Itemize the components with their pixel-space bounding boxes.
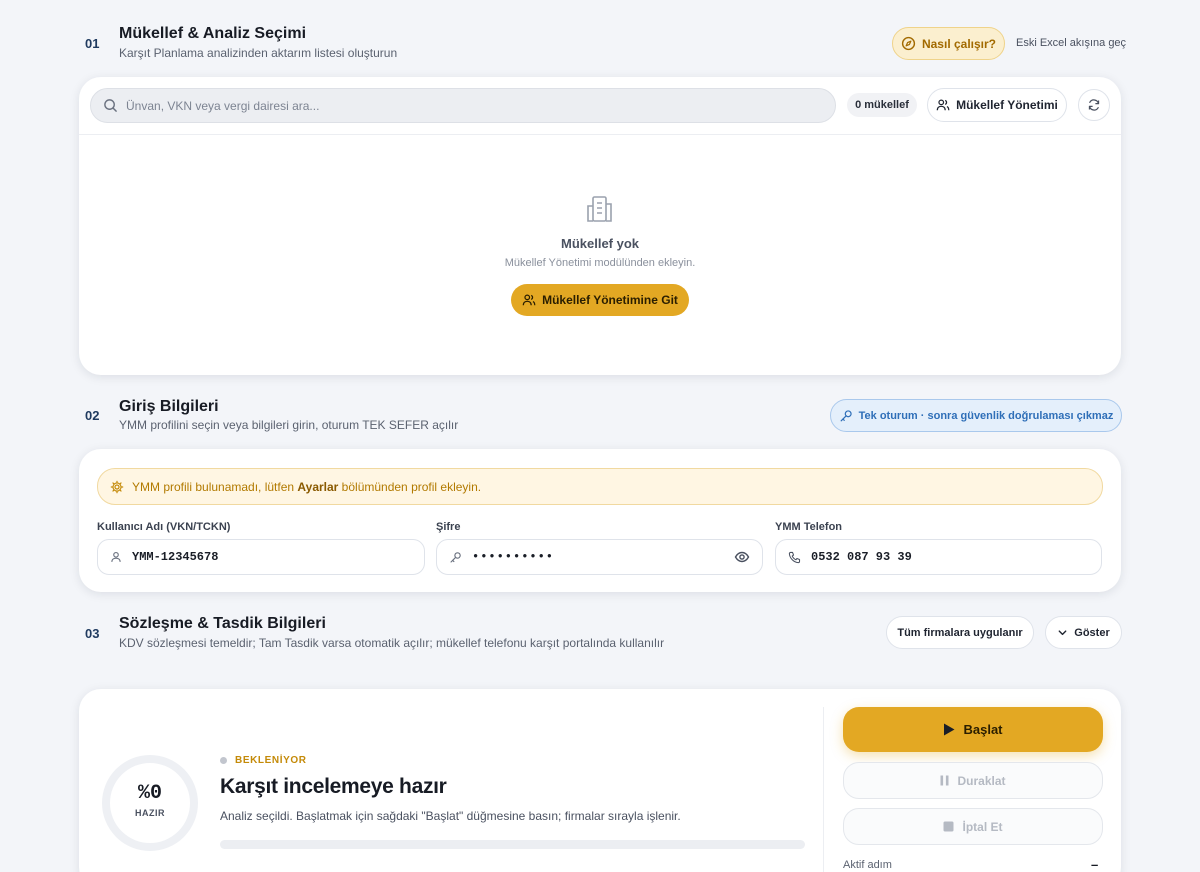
mukellef-count-badge: 0 mükellef	[847, 93, 917, 117]
password-field[interactable]: ••••••••••	[436, 539, 763, 575]
mukellef-management-button[interactable]: Mükellef Yönetimi	[927, 88, 1067, 122]
start-button[interactable]: Başlat	[843, 707, 1103, 752]
how-it-works-button[interactable]: Nasıl çalışır?	[892, 27, 1005, 60]
stop-icon	[943, 821, 954, 832]
section-title-sozlesme: Sözleşme & Tasdik Bilgileri	[119, 615, 326, 632]
section-subtitle-mukellef: Karşıt Planlama analizinden aktarım list…	[119, 46, 398, 60]
search-placeholder: Ünvan, VKN veya vergi dairesi ara...	[126, 98, 320, 113]
how-it-works-label: Nasıl çalışır?	[921, 36, 997, 51]
empty-state-subtitle: Mükellef Yönetimi modülünden ekleyin.	[504, 257, 696, 269]
search-input[interactable]: Ünvan, VKN veya vergi dairesi ara...	[90, 88, 836, 123]
mukellef-management-label: Mükellef Yönetimi	[956, 98, 1058, 112]
cancel-button[interactable]: İptal Et	[843, 808, 1103, 845]
single-session-label: Tek oturum · sonra güvenlik doğrulaması …	[858, 409, 1114, 422]
password-value: ••••••••••	[472, 550, 555, 564]
key-icon	[449, 551, 462, 564]
search-icon	[103, 98, 118, 113]
legacy-excel-link[interactable]: Eski Excel akışına geç	[1016, 37, 1126, 49]
progress-percent: %0	[137, 782, 162, 805]
progress-bar	[220, 840, 805, 849]
user-icon	[110, 551, 122, 563]
single-session-badge: Tek oturum · sonra güvenlik doğrulaması …	[830, 399, 1122, 432]
vertical-divider	[823, 707, 824, 872]
pause-button[interactable]: Duraklat	[843, 762, 1103, 799]
password-label: Şifre	[436, 521, 461, 533]
progress-state-label: HAZIR	[135, 808, 165, 818]
status-description: Analiz seçildi. Başlatmak için sağdaki "…	[220, 809, 681, 823]
show-label: Göster	[1074, 626, 1110, 639]
building-icon	[585, 194, 615, 224]
play-icon	[943, 723, 955, 736]
pause-label: Duraklat	[957, 773, 1006, 788]
warning-text-pre: YMM profili bulunamadı, lütfen	[132, 479, 298, 494]
users-icon	[522, 293, 536, 307]
section-title-mukellef: Mükellef & Analiz Seçimi	[119, 25, 307, 42]
section-subtitle-sozlesme: KDV sözleşmesi temeldir; Tam Tasdik vars…	[119, 636, 665, 650]
phone-label: YMM Telefon	[775, 521, 843, 533]
username-value: YMM-12345678	[132, 550, 219, 564]
status-title: Karşıt incelemeye hazır	[220, 775, 447, 798]
status-card: %0 HAZIR BEKLENİYOR Karşıt incelemeye ha…	[79, 689, 1121, 872]
section-subtitle-giris: YMM profilini seçin veya bilgileri girin…	[119, 418, 459, 432]
step-number-03: 03	[85, 626, 100, 641]
cancel-label: İptal Et	[962, 819, 1003, 834]
username-label: Kullanıcı Adı (VKN/TCKN)	[97, 521, 231, 533]
login-card: YMM profili bulunamadı, lütfen Ayarlar b…	[79, 449, 1121, 592]
step-number-01: 01	[85, 36, 100, 51]
phone-value: 0532 087 93 39	[811, 550, 912, 564]
warning-text-post: bölümünden profil ekleyin.	[338, 479, 482, 494]
refresh-icon	[1087, 98, 1101, 112]
compass-icon	[901, 36, 916, 51]
show-button[interactable]: Göster	[1045, 616, 1122, 649]
username-field[interactable]: YMM-12345678	[97, 539, 425, 575]
section-title-giris: Giriş Bilgileri	[119, 398, 219, 415]
settings-link[interactable]: Ayarlar	[297, 480, 338, 494]
status-state: BEKLENİYOR	[235, 755, 307, 766]
profile-warning: YMM profili bulunamadı, lütfen Ayarlar b…	[97, 468, 1103, 505]
go-to-mukellef-management-button[interactable]: Mükellef Yönetimine Git	[511, 284, 689, 316]
users-icon	[936, 98, 950, 112]
eye-icon[interactable]	[734, 549, 750, 565]
empty-state-title: Mükellef yok	[560, 236, 640, 251]
settings-icon	[110, 480, 124, 494]
mukellef-card: Ünvan, VKN veya vergi dairesi ara... 0 m…	[79, 77, 1121, 375]
active-step-value: –	[1091, 857, 1099, 872]
active-step-label: Aktif adım	[843, 859, 892, 871]
status-dot	[220, 757, 227, 764]
start-label: Başlat	[963, 722, 1003, 737]
phone-field[interactable]: 0532 087 93 39	[775, 539, 1102, 575]
refresh-button[interactable]	[1078, 89, 1110, 121]
pause-icon	[940, 775, 949, 786]
step-number-02: 02	[85, 408, 100, 423]
apply-all-button[interactable]: Tüm firmalara uygulanır	[886, 616, 1034, 649]
key-icon	[839, 409, 853, 423]
go-to-mukellef-management-label: Mükellef Yönetimine Git	[542, 293, 678, 307]
phone-icon	[788, 551, 801, 564]
card-divider	[79, 134, 1121, 135]
chevron-down-icon	[1057, 627, 1068, 638]
